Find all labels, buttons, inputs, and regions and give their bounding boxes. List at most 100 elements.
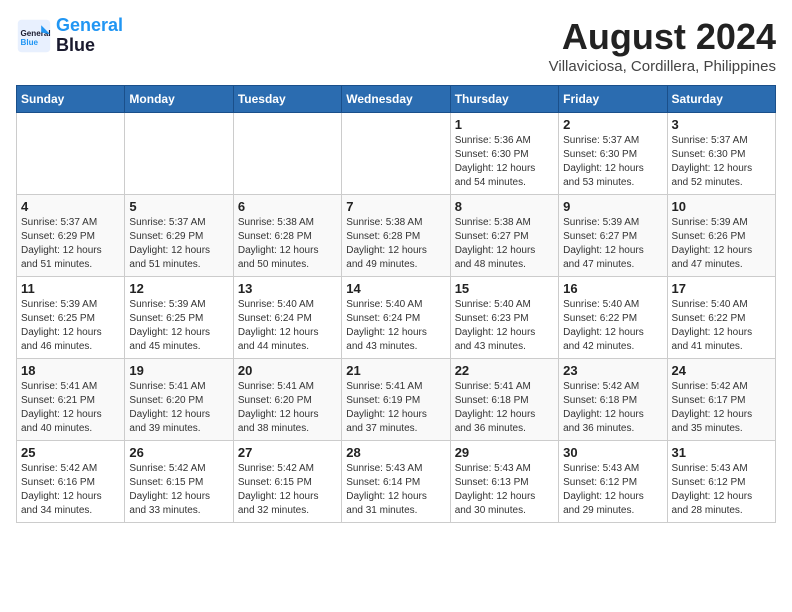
- day-number: 20: [238, 363, 337, 378]
- day-cell: 28 Sunrise: 5:43 AM Sunset: 6:14 PM Dayli…: [342, 441, 450, 523]
- day-number: 23: [563, 363, 662, 378]
- day-cell: 29 Sunrise: 5:43 AM Sunset: 6:13 PM Dayli…: [450, 441, 558, 523]
- day-info: Sunrise: 5:43 AM Sunset: 6:12 PM Dayligh…: [672, 462, 771, 518]
- week-row-5: 25Sunrise: 5:42 AM Sunset: 6:16 PM Dayli…: [17, 441, 776, 523]
- day-info: Sunrise: 5:38 AM Sunset: 6:28 PM Dayligh…: [238, 216, 337, 272]
- day-cell: 12Sunrise: 5:39 AM Sunset: 6:25 PM Dayli…: [125, 277, 233, 359]
- day-cell: 24 Sunrise: 5:42 AM Sunset: 6:17 PM Dayli…: [667, 359, 775, 441]
- column-header-friday: Friday: [559, 86, 667, 113]
- day-cell: 4 Sunrise: 5:37 AM Sunset: 6:29 PM Daylig…: [17, 195, 125, 277]
- day-cell: 1 Sunrise: 5:36 AM Sunset: 6:30 PM Daylig…: [450, 113, 558, 195]
- column-header-thursday: Thursday: [450, 86, 558, 113]
- day-cell: 26 Sunrise: 5:42 AM Sunset: 6:15 PM Dayli…: [125, 441, 233, 523]
- day-number: 3: [672, 117, 771, 132]
- day-number: 24: [672, 363, 771, 378]
- day-number: 10: [672, 199, 771, 214]
- day-cell: 18 Sunrise: 5:41 AM Sunset: 6:21 PM Dayli…: [17, 359, 125, 441]
- day-info: Sunrise: 5:37 AM Sunset: 6:30 PM Dayligh…: [672, 134, 771, 190]
- day-info: Sunrise: 5:41 AM Sunset: 6:18 PM Dayligh…: [455, 380, 554, 436]
- day-cell: 2Sunrise: 5:37 AM Sunset: 6:30 PM Daylig…: [559, 113, 667, 195]
- day-number: 18: [21, 363, 120, 378]
- day-number: 9: [563, 199, 662, 214]
- day-number: 17: [672, 281, 771, 296]
- day-number: 28: [346, 445, 445, 460]
- page-header: General Blue GeneralBlue August 2024 Vil…: [16, 16, 776, 75]
- day-number: 25: [21, 445, 120, 460]
- calendar-body: 1 Sunrise: 5:36 AM Sunset: 6:30 PM Daylig…: [17, 113, 776, 523]
- week-row-4: 18 Sunrise: 5:41 AM Sunset: 6:21 PM Dayli…: [17, 359, 776, 441]
- day-cell: 23 Sunrise: 5:42 AM Sunset: 6:18 PM Dayli…: [559, 359, 667, 441]
- day-number: 13: [238, 281, 337, 296]
- day-cell: 14 Sunrise: 5:40 AM Sunset: 6:24 PM Dayli…: [342, 277, 450, 359]
- day-info: Sunrise: 5:39 AM Sunset: 6:25 PM Dayligh…: [21, 298, 120, 354]
- day-cell: [17, 113, 125, 195]
- day-cell: 7Sunrise: 5:38 AM Sunset: 6:28 PM Daylig…: [342, 195, 450, 277]
- column-header-wednesday: Wednesday: [342, 86, 450, 113]
- day-cell: 30 Sunrise: 5:43 AM Sunset: 6:12 PM Dayli…: [559, 441, 667, 523]
- day-number: 4: [21, 199, 120, 214]
- day-number: 6: [238, 199, 337, 214]
- day-number: 31: [672, 445, 771, 460]
- day-number: 27: [238, 445, 337, 460]
- day-cell: 21 Sunrise: 5:41 AM Sunset: 6:19 PM Dayli…: [342, 359, 450, 441]
- day-info: Sunrise: 5:41 AM Sunset: 6:19 PM Dayligh…: [346, 380, 445, 436]
- day-info: Sunrise: 5:42 AM Sunset: 6:17 PM Dayligh…: [672, 380, 771, 436]
- day-cell: [342, 113, 450, 195]
- logo: General Blue GeneralBlue: [16, 16, 123, 56]
- day-info: Sunrise: 5:36 AM Sunset: 6:30 PM Dayligh…: [455, 134, 554, 190]
- day-cell: 20 Sunrise: 5:41 AM Sunset: 6:20 PM Dayli…: [233, 359, 341, 441]
- day-info: Sunrise: 5:40 AM Sunset: 6:24 PM Dayligh…: [238, 298, 337, 354]
- day-info: Sunrise: 5:40 AM Sunset: 6:22 PM Dayligh…: [672, 298, 771, 354]
- day-info: Sunrise: 5:41 AM Sunset: 6:21 PM Dayligh…: [21, 380, 120, 436]
- day-number: 26: [129, 445, 228, 460]
- day-number: 30: [563, 445, 662, 460]
- day-number: 16: [563, 281, 662, 296]
- week-row-2: 4 Sunrise: 5:37 AM Sunset: 6:29 PM Daylig…: [17, 195, 776, 277]
- column-header-tuesday: Tuesday: [233, 86, 341, 113]
- day-cell: 22 Sunrise: 5:41 AM Sunset: 6:18 PM Dayli…: [450, 359, 558, 441]
- calendar-header: SundayMondayTuesdayWednesdayThursdayFrid…: [17, 86, 776, 113]
- day-info: Sunrise: 5:42 AM Sunset: 6:18 PM Dayligh…: [563, 380, 662, 436]
- day-number: 7: [346, 199, 445, 214]
- day-cell: 15 Sunrise: 5:40 AM Sunset: 6:23 PM Dayli…: [450, 277, 558, 359]
- day-cell: 25Sunrise: 5:42 AM Sunset: 6:16 PM Dayli…: [17, 441, 125, 523]
- header-row: SundayMondayTuesdayWednesdayThursdayFrid…: [17, 86, 776, 113]
- day-info: Sunrise: 5:43 AM Sunset: 6:12 PM Dayligh…: [563, 462, 662, 518]
- day-cell: [125, 113, 233, 195]
- day-number: 1: [455, 117, 554, 132]
- day-number: 12: [129, 281, 228, 296]
- column-header-sunday: Sunday: [17, 86, 125, 113]
- svg-text:Blue: Blue: [21, 38, 39, 47]
- day-number: 15: [455, 281, 554, 296]
- day-cell: [233, 113, 341, 195]
- day-cell: 27Sunrise: 5:42 AM Sunset: 6:15 PM Dayli…: [233, 441, 341, 523]
- week-row-1: 1 Sunrise: 5:36 AM Sunset: 6:30 PM Daylig…: [17, 113, 776, 195]
- day-cell: 10 Sunrise: 5:39 AM Sunset: 6:26 PM Dayli…: [667, 195, 775, 277]
- day-info: Sunrise: 5:43 AM Sunset: 6:14 PM Dayligh…: [346, 462, 445, 518]
- column-header-monday: Monday: [125, 86, 233, 113]
- day-cell: 5Sunrise: 5:37 AM Sunset: 6:29 PM Daylig…: [125, 195, 233, 277]
- day-info: Sunrise: 5:41 AM Sunset: 6:20 PM Dayligh…: [238, 380, 337, 436]
- day-number: 11: [21, 281, 120, 296]
- day-number: 14: [346, 281, 445, 296]
- day-info: Sunrise: 5:39 AM Sunset: 6:26 PM Dayligh…: [672, 216, 771, 272]
- day-info: Sunrise: 5:43 AM Sunset: 6:13 PM Dayligh…: [455, 462, 554, 518]
- column-header-saturday: Saturday: [667, 86, 775, 113]
- day-info: Sunrise: 5:40 AM Sunset: 6:24 PM Dayligh…: [346, 298, 445, 354]
- day-number: 21: [346, 363, 445, 378]
- calendar-table: SundayMondayTuesdayWednesdayThursdayFrid…: [16, 85, 776, 523]
- day-cell: 19Sunrise: 5:41 AM Sunset: 6:20 PM Dayli…: [125, 359, 233, 441]
- day-info: Sunrise: 5:37 AM Sunset: 6:29 PM Dayligh…: [21, 216, 120, 272]
- day-info: Sunrise: 5:39 AM Sunset: 6:27 PM Dayligh…: [563, 216, 662, 272]
- day-number: 29: [455, 445, 554, 460]
- day-cell: 16Sunrise: 5:40 AM Sunset: 6:22 PM Dayli…: [559, 277, 667, 359]
- day-number: 8: [455, 199, 554, 214]
- logo-text: GeneralBlue: [56, 16, 123, 56]
- day-info: Sunrise: 5:42 AM Sunset: 6:15 PM Dayligh…: [129, 462, 228, 518]
- day-info: Sunrise: 5:41 AM Sunset: 6:20 PM Dayligh…: [129, 380, 228, 436]
- logo-icon: General Blue: [16, 18, 52, 54]
- day-number: 22: [455, 363, 554, 378]
- day-info: Sunrise: 5:40 AM Sunset: 6:23 PM Dayligh…: [455, 298, 554, 354]
- day-cell: 17 Sunrise: 5:40 AM Sunset: 6:22 PM Dayli…: [667, 277, 775, 359]
- day-cell: 6 Sunrise: 5:38 AM Sunset: 6:28 PM Daylig…: [233, 195, 341, 277]
